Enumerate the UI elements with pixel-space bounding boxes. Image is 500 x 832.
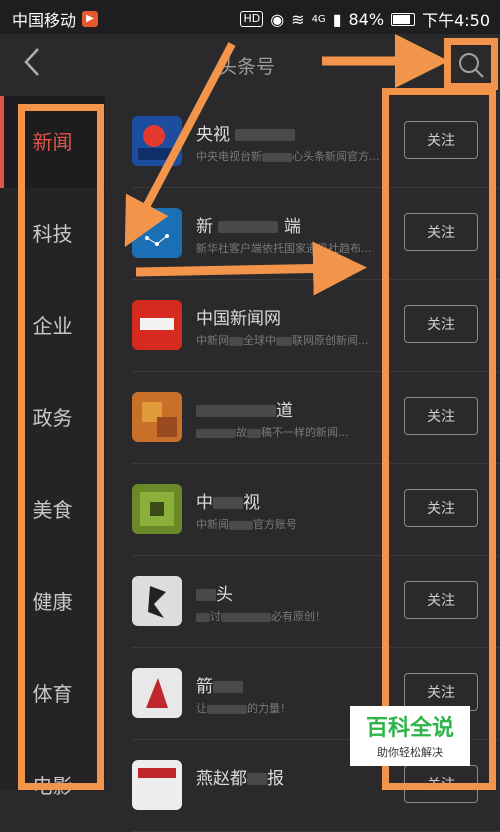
arrow-to-sidebar [124,42,236,248]
annotation-arrows [124,34,449,296]
arrow-to-follow [135,241,367,296]
watermark-subtitle: 助你轻松解决 [377,746,443,759]
watermark-logo: 百科全说 助你轻松解决 [350,706,470,766]
watermark-title: 百科全说 [365,716,454,741]
